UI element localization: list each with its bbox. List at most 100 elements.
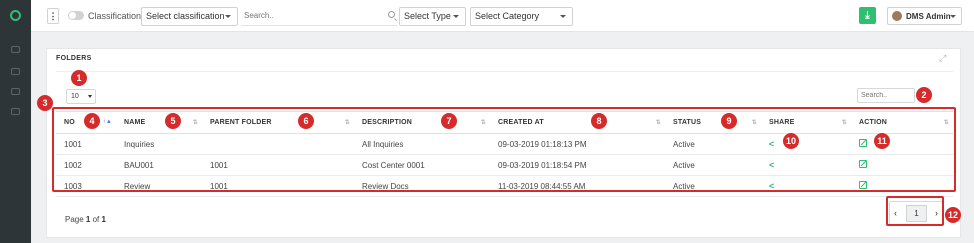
classification-select-value: Select classification	[146, 11, 225, 21]
chevron-down-icon	[225, 15, 231, 18]
cell-description: Review Docs	[354, 175, 490, 197]
page-info: Page 1 of 1	[65, 215, 106, 224]
annotation-badge: 1	[71, 70, 87, 86]
classification-label: Classification	[88, 11, 142, 21]
annotation-badge: 2	[916, 87, 932, 103]
sort-icon[interactable]: ⇅	[656, 119, 661, 126]
chevron-left-icon[interactable]: ‹	[894, 208, 897, 218]
cell-action	[851, 133, 953, 155]
app-logo[interactable]	[10, 10, 21, 21]
table-row[interactable]: 1001 Inquiries All Inquiries 09-03-2019 …	[56, 133, 953, 155]
cell-share: <	[761, 175, 851, 197]
user-name: DMS Admin	[906, 12, 951, 21]
download-icon: ⤓	[865, 10, 870, 21]
page-length-select[interactable]: 10	[66, 89, 96, 104]
edit-icon[interactable]	[859, 160, 867, 168]
page-prefix: Page	[65, 215, 84, 224]
column-header-share[interactable]: SHARE ⇅	[761, 111, 851, 134]
annotation-badge: 10	[783, 133, 799, 149]
sort-icon[interactable]: ⇅	[752, 119, 757, 126]
divider	[56, 71, 953, 72]
cell-action	[851, 154, 953, 176]
cell-share: <	[761, 154, 851, 176]
type-select[interactable]: Select Type	[399, 7, 466, 26]
pager-current-page[interactable]: 1	[906, 205, 927, 222]
folders-table: NO ↑▲ NAME ⇅ PARENT FOLDER ⇅ DESCRIPTION ⇅ C…	[56, 111, 953, 197]
folders-panel: FOLDERS ⤢ 10 NO↑▲ NAME⇅ PARENT FOLDER⇅ D…	[46, 48, 961, 238]
share-icon[interactable]: <	[769, 181, 774, 191]
chevron-down-icon	[88, 95, 92, 98]
column-header-description[interactable]: DESCRIPTION ⇅	[354, 111, 490, 134]
avatar	[892, 11, 902, 21]
edit-icon[interactable]	[859, 139, 867, 147]
table-search[interactable]	[857, 88, 915, 103]
chevron-down-icon	[950, 15, 956, 18]
chevron-down-icon	[560, 15, 566, 18]
search-icon[interactable]	[388, 11, 395, 18]
annotation-badge: 4	[84, 113, 100, 129]
sidebar-dashboard-icon[interactable]	[11, 46, 20, 53]
classification-toggle[interactable]	[68, 11, 84, 20]
column-header-status[interactable]: STATUS ⇅	[665, 111, 761, 134]
column-header-action[interactable]: ACTION ⇅	[851, 111, 953, 134]
sidebar-folder-icon[interactable]	[11, 68, 20, 75]
sort-icon[interactable]: ⇅	[481, 119, 486, 126]
panel-title: FOLDERS	[56, 55, 92, 62]
sort-icon[interactable]: ⇅	[193, 119, 198, 126]
sidebar-settings-icon[interactable]	[11, 108, 20, 115]
cell-name: Review	[116, 175, 202, 197]
table-row[interactable]: 1002 BAU001 1001 Cost Center 0001 09-03-…	[56, 154, 953, 176]
left-sidebar	[0, 0, 31, 243]
global-search-input[interactable]	[241, 7, 371, 24]
edit-icon[interactable]	[859, 181, 867, 189]
cell-name: Inquiries	[116, 133, 202, 155]
cell-created-at: 09-03-2019 01:18:54 PM	[490, 154, 665, 176]
user-menu[interactable]: DMS Admin	[887, 7, 962, 25]
cell-parent-folder: 1001	[202, 154, 354, 176]
cell-description: All Inquiries	[354, 133, 490, 155]
page-total: 1	[101, 215, 106, 224]
annotation-badge: 8	[591, 113, 607, 129]
cell-parent-folder: 1001	[202, 175, 354, 197]
column-header-name[interactable]: NAME ⇅	[116, 111, 202, 134]
table-row[interactable]: 1003 Review 1001 Review Docs 11-03-2019 …	[56, 175, 953, 197]
menu-kebab-icon[interactable]: ⋮	[47, 8, 59, 24]
cell-created-at: 11-03-2019 08:44:55 AM	[490, 175, 665, 197]
cell-description: Cost Center 0001	[354, 154, 490, 176]
chevron-right-icon[interactable]: ›	[935, 208, 938, 218]
cell-status: Active	[665, 133, 761, 155]
sort-icon[interactable]: ⇅	[842, 119, 847, 126]
cell-parent-folder	[202, 133, 354, 155]
category-select[interactable]: Select Category	[470, 7, 573, 26]
table-search-input[interactable]	[858, 89, 912, 102]
expand-icon[interactable]: ⤢	[939, 54, 948, 63]
cell-no: 1003	[56, 175, 116, 197]
sidebar-users-icon[interactable]	[11, 88, 20, 95]
download-button[interactable]: ⤓	[859, 7, 876, 24]
cell-no: 1001	[56, 133, 116, 155]
annotation-badge: 5	[165, 113, 181, 129]
classification-select[interactable]: Select classification	[141, 7, 238, 26]
cell-no: 1002	[56, 154, 116, 176]
sort-asc-icon[interactable]: ↑▲	[103, 119, 112, 125]
top-bar: ⋮ Classification Select classification S…	[31, 0, 974, 32]
type-select-value: Select Type	[404, 11, 451, 21]
cell-status: Active	[665, 175, 761, 197]
cell-name: BAU001	[116, 154, 202, 176]
column-header-parent-folder[interactable]: PARENT FOLDER ⇅	[202, 111, 354, 134]
page-of: of	[92, 215, 100, 224]
cell-status: Active	[665, 154, 761, 176]
table-header-row: NO ↑▲ NAME ⇅ PARENT FOLDER ⇅ DESCRIPTION ⇅ C…	[56, 111, 953, 134]
sort-icon[interactable]: ⇅	[944, 119, 949, 126]
share-icon[interactable]: <	[769, 139, 774, 149]
share-icon[interactable]: <	[769, 160, 774, 170]
pagination: ‹ 1 ›	[889, 201, 943, 225]
cell-created-at: 09-03-2019 01:18:13 PM	[490, 133, 665, 155]
annotation-badge: 9	[721, 113, 737, 129]
sort-icon[interactable]: ⇅	[345, 119, 350, 126]
column-header-created-at[interactable]: CREATED AT ⇅	[490, 111, 665, 134]
annotation-badge: 3	[37, 95, 53, 111]
global-search[interactable]	[241, 7, 397, 26]
annotation-badge: 12	[945, 207, 961, 223]
cell-share: <	[761, 133, 851, 155]
